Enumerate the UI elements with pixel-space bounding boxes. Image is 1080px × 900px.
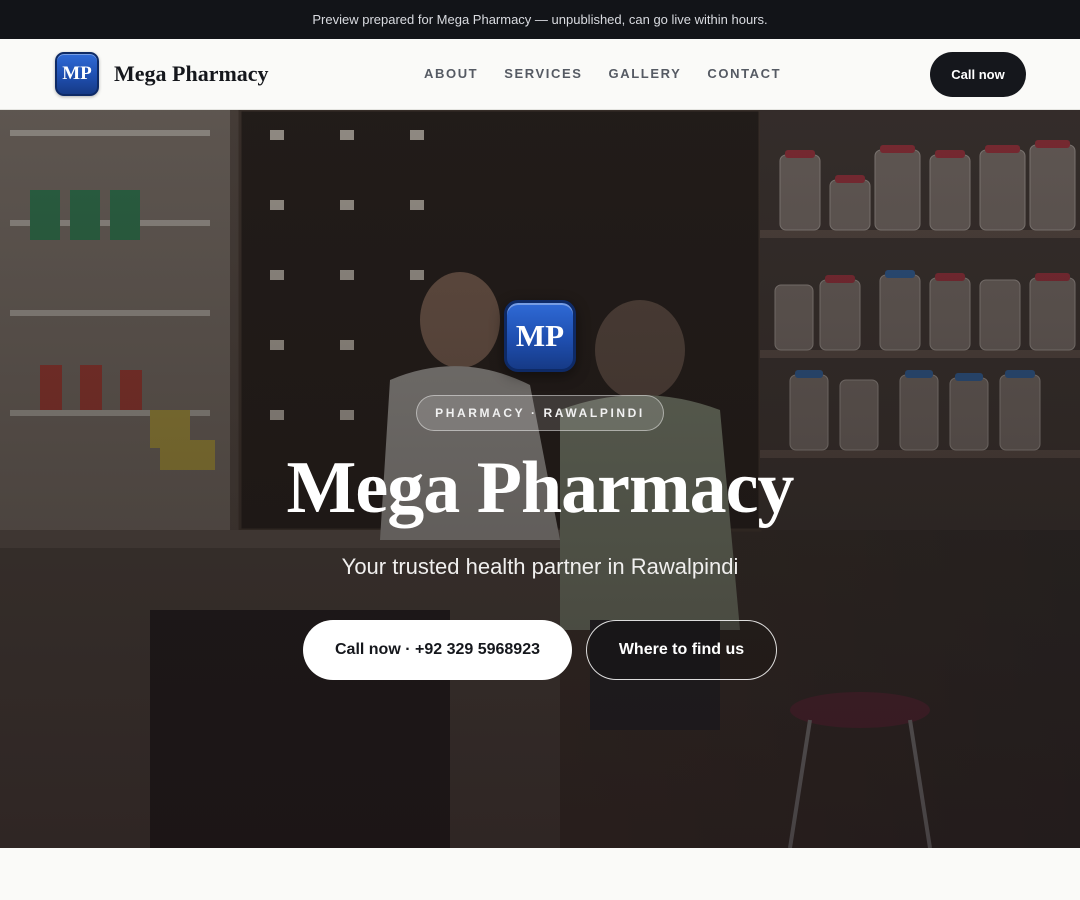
main-nav: ABOUT SERVICES GALLERY CONTACT [424,66,807,81]
brand-name: Mega Pharmacy [114,61,269,86]
nav-link-services[interactable]: SERVICES [504,66,582,81]
brand-link[interactable]: MP Mega Pharmacy [55,52,269,96]
hero-subtitle: Your trusted health partner in Rawalpind… [341,554,739,579]
where-to-find-us-button[interactable]: Where to find us [586,620,777,680]
hero-title: Mega Pharmacy [286,447,795,529]
nav-link-gallery[interactable]: GALLERY [609,66,682,81]
announcement-bar: Preview prepared for Mega Pharmacy — unp… [0,0,1080,39]
hero-logo: MP [504,300,576,372]
announcement-text: Preview prepared for Mega Pharmacy — unp… [312,12,768,27]
call-now-phone-button[interactable]: Call now · +92 329 5968923 [303,620,572,680]
hero-section: MP PHARMACY · RAWALPINDI Mega Pharmacy Y… [0,110,1080,848]
category-badge: PHARMACY · RAWALPINDI [416,395,664,431]
nav-link-contact[interactable]: CONTACT [707,66,781,81]
logo-text: MP [62,63,92,84]
hero-logo-text: MP [515,318,565,353]
call-now-button[interactable]: Call now [930,52,1026,97]
nav-link-about[interactable]: ABOUT [424,66,478,81]
logo: MP [55,52,99,96]
site-header: MP Mega Pharmacy ABOUT SERVICES GALLERY … [0,39,1080,110]
